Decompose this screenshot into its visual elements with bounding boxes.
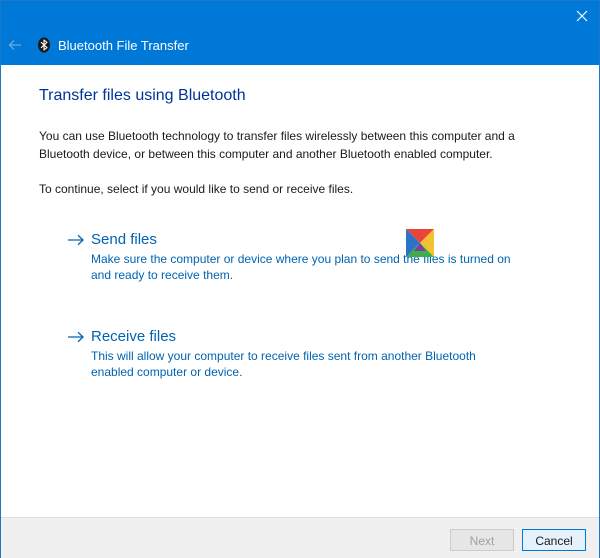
bluetooth-icon	[38, 37, 50, 53]
arrow-right-icon	[68, 331, 84, 343]
description-line-1: You can use Bluetooth technology to tran…	[39, 129, 515, 143]
description-line-2: Bluetooth device, or between this comput…	[39, 147, 493, 161]
close-icon	[576, 10, 588, 22]
next-button[interactable]: Next	[450, 529, 514, 551]
close-button[interactable]	[571, 5, 593, 27]
title-bar: Bluetooth File Transfer	[1, 1, 599, 65]
receive-files-description: This will allow your computer to receive…	[91, 348, 511, 380]
receive-files-desc-line-2: enabled computer or device.	[91, 365, 243, 379]
arrow-right-icon	[68, 234, 84, 246]
receive-files-title: Receive files	[91, 328, 177, 345]
footer-bar: Next Cancel	[1, 517, 599, 558]
back-button[interactable]	[5, 35, 25, 55]
receive-files-desc-line-1: This will allow your computer to receive…	[91, 349, 476, 363]
window-title: Bluetooth File Transfer	[58, 38, 189, 53]
colorful-logo-icon	[406, 229, 434, 257]
send-files-desc-line-1: Make sure the computer or device where y…	[91, 252, 511, 266]
send-files-description: Make sure the computer or device where y…	[91, 251, 511, 283]
description-text: You can use Bluetooth technology to tran…	[39, 127, 559, 163]
cancel-button[interactable]: Cancel	[522, 529, 586, 551]
send-files-desc-line-2: and ready to receive them.	[91, 268, 234, 282]
send-files-option[interactable]: Send files Make sure the computer or dev…	[67, 231, 527, 283]
page-heading: Transfer files using Bluetooth	[39, 87, 246, 104]
receive-files-option[interactable]: Receive files This will allow your compu…	[67, 328, 527, 380]
instruction-text: To continue, select if you would like to…	[39, 182, 354, 196]
bluetooth-file-transfer-window: Bluetooth File Transfer Transfer files u…	[0, 0, 600, 558]
back-arrow-icon	[8, 40, 21, 50]
content-area: Transfer files using Bluetooth You can u…	[1, 65, 599, 517]
send-files-title: Send files	[91, 231, 157, 248]
